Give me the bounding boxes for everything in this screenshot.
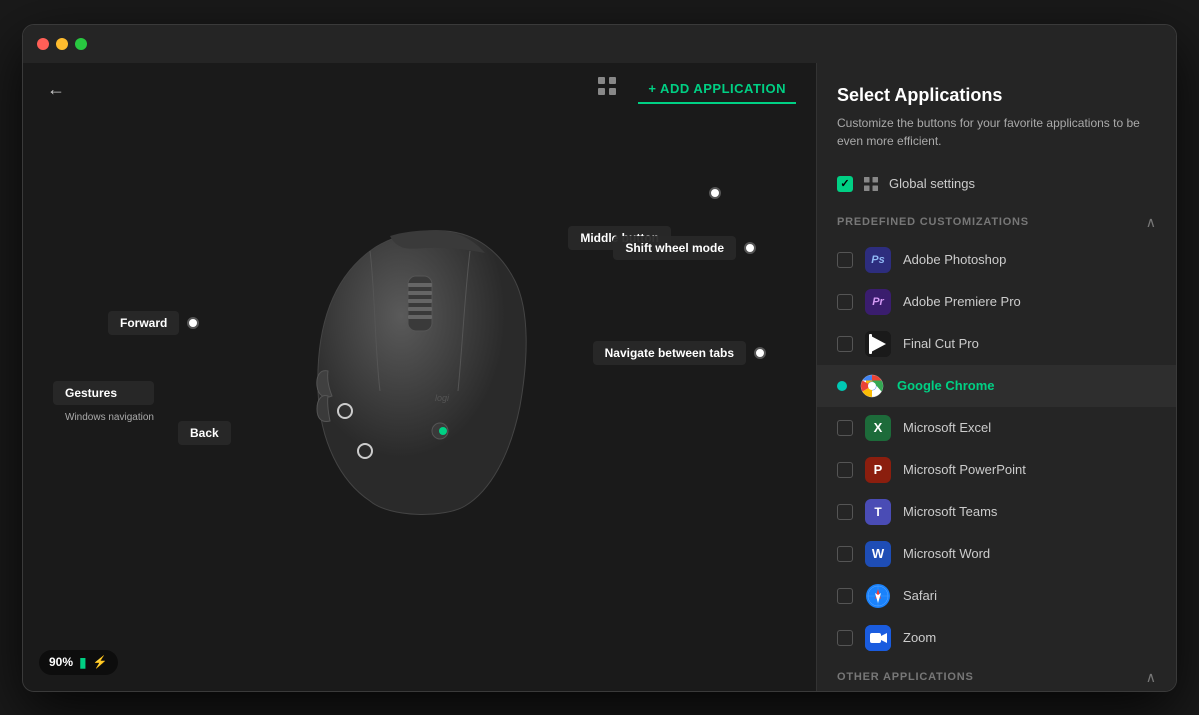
main-window: ← + ADD APPLICATION <box>22 24 1177 692</box>
minimize-button[interactable] <box>56 38 68 50</box>
battery-percent: 90% <box>49 655 73 669</box>
maximize-button[interactable] <box>75 38 87 50</box>
safari-label: Safari <box>903 588 1156 603</box>
label-navigate: Navigate between tabs <box>593 341 746 365</box>
ppt-label: Microsoft PowerPoint <box>903 462 1156 477</box>
checkmark-icon: ✓ <box>840 177 849 190</box>
word-checkbox[interactable] <box>837 546 853 562</box>
photoshop-icon: Ps <box>865 247 891 273</box>
middle-button-group: Middle button <box>598 181 721 205</box>
list-item[interactable]: Ps Adobe Photoshop <box>817 239 1176 281</box>
photoshop-checkbox[interactable] <box>837 252 853 268</box>
finalcut-label: Final Cut Pro <box>903 336 1156 351</box>
other-section-header[interactable]: OTHER APPLICATIONS ∧ <box>817 659 1176 691</box>
teams-icon: T <box>865 499 891 525</box>
safari-checkbox[interactable] <box>837 588 853 604</box>
right-header: Select Applications Customize the button… <box>817 63 1176 164</box>
titlebar <box>23 25 1176 63</box>
other-chevron-icon: ∧ <box>1146 669 1156 686</box>
global-settings-checkbox[interactable]: ✓ <box>837 176 853 192</box>
panel-subtitle: Customize the buttons for your favorite … <box>837 114 1156 150</box>
navigate-group: Navigate between tabs <box>593 341 766 365</box>
predefined-section-title: PREDEFINED CUSTOMIZATIONS <box>837 216 1029 228</box>
word-label: Microsoft Word <box>903 546 1156 561</box>
finalcut-icon <box>865 331 891 357</box>
left-toolbar: ← + ADD APPLICATION <box>23 63 816 116</box>
back-group: Back <box>178 421 231 445</box>
list-item[interactable]: X Microsoft Excel <box>817 407 1176 449</box>
close-button[interactable] <box>37 38 49 50</box>
global-settings-row[interactable]: ✓ Global settings <box>817 164 1176 204</box>
shift-wheel-group: Shift wheel mode <box>613 236 756 260</box>
teams-checkbox[interactable] <box>837 504 853 520</box>
chrome-selected-indicator <box>837 381 847 391</box>
excel-icon: X <box>865 415 891 441</box>
list-item[interactable]: Pr Adobe Premiere Pro <box>817 281 1176 323</box>
traffic-lights <box>37 38 87 50</box>
grid-icon[interactable] <box>596 75 618 103</box>
app-list: PREDEFINED CUSTOMIZATIONS ∧ Ps Adobe Pho… <box>817 204 1176 691</box>
ppt-icon: P <box>865 457 891 483</box>
list-item[interactable]: Safari <box>817 575 1176 617</box>
grid-settings-icon <box>863 176 879 192</box>
label-forward: Forward <box>108 311 179 335</box>
global-settings-label: Global settings <box>889 176 975 191</box>
premiere-icon: Pr <box>865 289 891 315</box>
battery-icon: ▮ <box>79 654 87 671</box>
add-application-button[interactable]: + ADD APPLICATION <box>638 75 796 104</box>
word-icon: W <box>865 541 891 567</box>
photoshop-label: Adobe Photoshop <box>903 252 1156 267</box>
panel-title: Select Applications <box>837 85 1156 106</box>
list-item[interactable]: Google Chrome <box>817 365 1176 407</box>
label-gestures: Gestures <box>53 381 154 405</box>
mouse-area: logi Middle button Shift wheel mode <box>23 116 816 691</box>
finalcut-checkbox[interactable] <box>837 336 853 352</box>
bolt-icon: ⚡ <box>93 655 108 669</box>
back-button[interactable]: ← <box>43 75 69 104</box>
list-item[interactable]: W Microsoft Word <box>817 533 1176 575</box>
list-item[interactable]: T Microsoft Teams <box>817 491 1176 533</box>
dot-forward <box>187 317 199 329</box>
list-item[interactable]: Zoom <box>817 617 1176 659</box>
zoom-icon <box>865 625 891 651</box>
label-shift-wheel: Shift wheel mode <box>613 236 736 260</box>
dot-middle-button <box>709 187 721 199</box>
excel-checkbox[interactable] <box>837 420 853 436</box>
left-panel: ← + ADD APPLICATION <box>23 63 816 691</box>
label-back: Back <box>178 421 231 445</box>
svg-text:logi: logi <box>435 393 450 403</box>
dot-navigate <box>754 347 766 359</box>
forward-group: Forward <box>108 311 199 335</box>
chrome-icon <box>859 373 885 399</box>
other-section-title: OTHER APPLICATIONS <box>837 671 974 683</box>
main-content: ← + ADD APPLICATION <box>23 63 1176 691</box>
list-item[interactable]: Final Cut Pro <box>817 323 1176 365</box>
predefined-chevron-icon: ∧ <box>1146 214 1156 231</box>
chrome-label: Google Chrome <box>897 378 1156 393</box>
zoom-checkbox[interactable] <box>837 630 853 646</box>
gestures-subtitle: Windows navigation <box>65 412 154 423</box>
zoom-label: Zoom <box>903 630 1156 645</box>
list-item[interactable]: P Microsoft PowerPoint <box>817 449 1176 491</box>
right-panel: Select Applications Customize the button… <box>816 63 1176 691</box>
mouse-svg: logi <box>290 221 550 571</box>
excel-label: Microsoft Excel <box>903 420 1156 435</box>
teams-label: Microsoft Teams <box>903 504 1156 519</box>
ppt-checkbox[interactable] <box>837 462 853 478</box>
gestures-group: Gestures Windows navigation <box>53 381 154 425</box>
dot-shift-wheel <box>744 242 756 254</box>
safari-icon <box>865 583 891 609</box>
predefined-section-header[interactable]: PREDEFINED CUSTOMIZATIONS ∧ <box>817 204 1176 239</box>
battery-bar: 90% ▮ ⚡ <box>39 650 118 675</box>
premiere-checkbox[interactable] <box>837 294 853 310</box>
premiere-label: Adobe Premiere Pro <box>903 294 1156 309</box>
